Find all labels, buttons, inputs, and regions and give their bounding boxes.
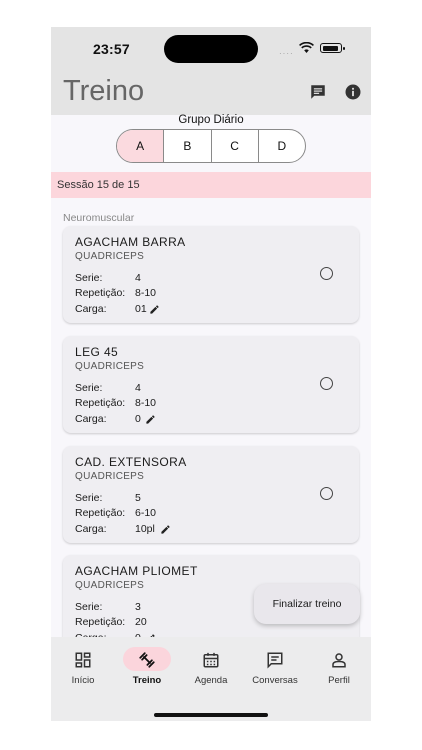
session-banner: Sessão 15 de 15: [51, 172, 371, 198]
group-option-a[interactable]: A: [117, 130, 164, 162]
repeticao-label: Repetição:: [75, 616, 126, 628]
exercise-muscle: QUADRICEPS: [75, 361, 145, 372]
exercise-name: AGACHAM PLIOMET: [75, 564, 198, 578]
edit-pencil-icon[interactable]: [160, 524, 171, 535]
session-text: Sessão 15 de 15: [57, 179, 140, 191]
nav-label: Perfil: [328, 675, 350, 686]
nav-label: Agenda: [194, 675, 228, 686]
carga-label: Carga:: [75, 303, 107, 315]
nav-label: Conversas: [252, 675, 298, 686]
serie-value: 4: [135, 382, 141, 394]
group-option-b[interactable]: B: [163, 130, 210, 162]
signal-icon: ····: [279, 49, 294, 58]
exercise-name: AGACHAM BARRA: [75, 235, 186, 249]
dumbbell-icon: [139, 652, 155, 668]
status-bar: 23:57 ····: [51, 27, 371, 77]
exercise-card[interactable]: AGACHAM BARRA QUADRICEPS Serie: 4 Repeti…: [63, 226, 359, 323]
calendar-icon: [203, 652, 219, 668]
repeticao-label: Repetição:: [75, 287, 126, 299]
exercise-name: LEG 45: [75, 345, 119, 359]
repeticao-value: 8-10: [135, 287, 157, 299]
serie-label: Serie:: [75, 601, 103, 613]
serie-value: 4: [135, 272, 141, 284]
exercise-list[interactable]: AGACHAM BARRA QUADRICEPS Serie: 4 Repeti…: [51, 223, 371, 637]
home-indicator: [154, 713, 268, 717]
bottom-navigation: Início Treino Agenda Conversas Perfil: [51, 637, 371, 721]
nav-item-treino[interactable]: Treino: [115, 637, 179, 707]
group-option-d[interactable]: D: [257, 130, 305, 162]
repeticao-value: 8-10: [135, 397, 157, 409]
group-segmented-control: A B C D: [116, 129, 306, 163]
exercise-done-radio[interactable]: [320, 487, 333, 500]
dynamic-island: [164, 35, 258, 63]
carga-value: 01: [135, 303, 147, 315]
app-bar: Treino: [51, 75, 371, 115]
nav-item-conversas[interactable]: Conversas: [243, 637, 307, 707]
serie-value: 5: [135, 492, 141, 504]
carga-label: Carga:: [75, 413, 107, 425]
person-icon: [332, 653, 346, 668]
chat-icon[interactable]: [309, 83, 327, 101]
exercise-card[interactable]: LEG 45 QUADRICEPS Serie: 4 Repetição: 8-…: [63, 336, 359, 433]
exercise-name: CAD. EXTENSORA: [75, 455, 187, 469]
group-option-c[interactable]: C: [210, 130, 258, 162]
repeticao-value: 20: [135, 616, 147, 628]
exercise-done-radio[interactable]: [320, 377, 333, 390]
serie-label: Serie:: [75, 382, 103, 394]
serie-label: Serie:: [75, 272, 103, 284]
repeticao-label: Repetição:: [75, 507, 126, 519]
wifi-icon: [299, 42, 314, 53]
phone-screen: 23:57 ···· Treino Grupo Diário A B C D S…: [51, 27, 371, 721]
carga-value: 10pl: [135, 523, 155, 535]
edit-pencil-icon[interactable]: [145, 414, 156, 425]
nav-label: Treino: [132, 675, 162, 686]
nav-label: Início: [71, 675, 95, 686]
exercise-card[interactable]: CAD. EXTENSORA QUADRICEPS Serie: 5 Repet…: [63, 446, 359, 543]
exercise-muscle: QUADRICEPS: [75, 251, 145, 262]
battery-icon: [320, 43, 345, 53]
dashboard-icon: [75, 652, 91, 668]
serie-value: 3: [135, 601, 141, 613]
exercise-muscle: QUADRICEPS: [75, 580, 145, 591]
nav-item-inicio[interactable]: Início: [51, 637, 115, 707]
carga-label: Carga:: [75, 523, 107, 535]
carga-value: 0: [135, 413, 141, 425]
edit-pencil-icon[interactable]: [149, 304, 160, 315]
page-title: Treino: [63, 75, 145, 107]
serie-label: Serie:: [75, 492, 103, 504]
status-time: 23:57: [93, 41, 130, 57]
group-selector-label: Grupo Diário: [178, 114, 244, 126]
repeticao-value: 6-10: [135, 507, 157, 519]
info-icon[interactable]: [344, 83, 362, 101]
nav-item-agenda[interactable]: Agenda: [179, 637, 243, 707]
finish-workout-button[interactable]: Finalizar treino: [254, 584, 360, 624]
repeticao-label: Repetição:: [75, 397, 126, 409]
chat-icon: [267, 652, 283, 669]
exercise-done-radio[interactable]: [320, 267, 333, 280]
nav-item-perfil[interactable]: Perfil: [307, 637, 371, 707]
exercise-muscle: QUADRICEPS: [75, 471, 145, 482]
